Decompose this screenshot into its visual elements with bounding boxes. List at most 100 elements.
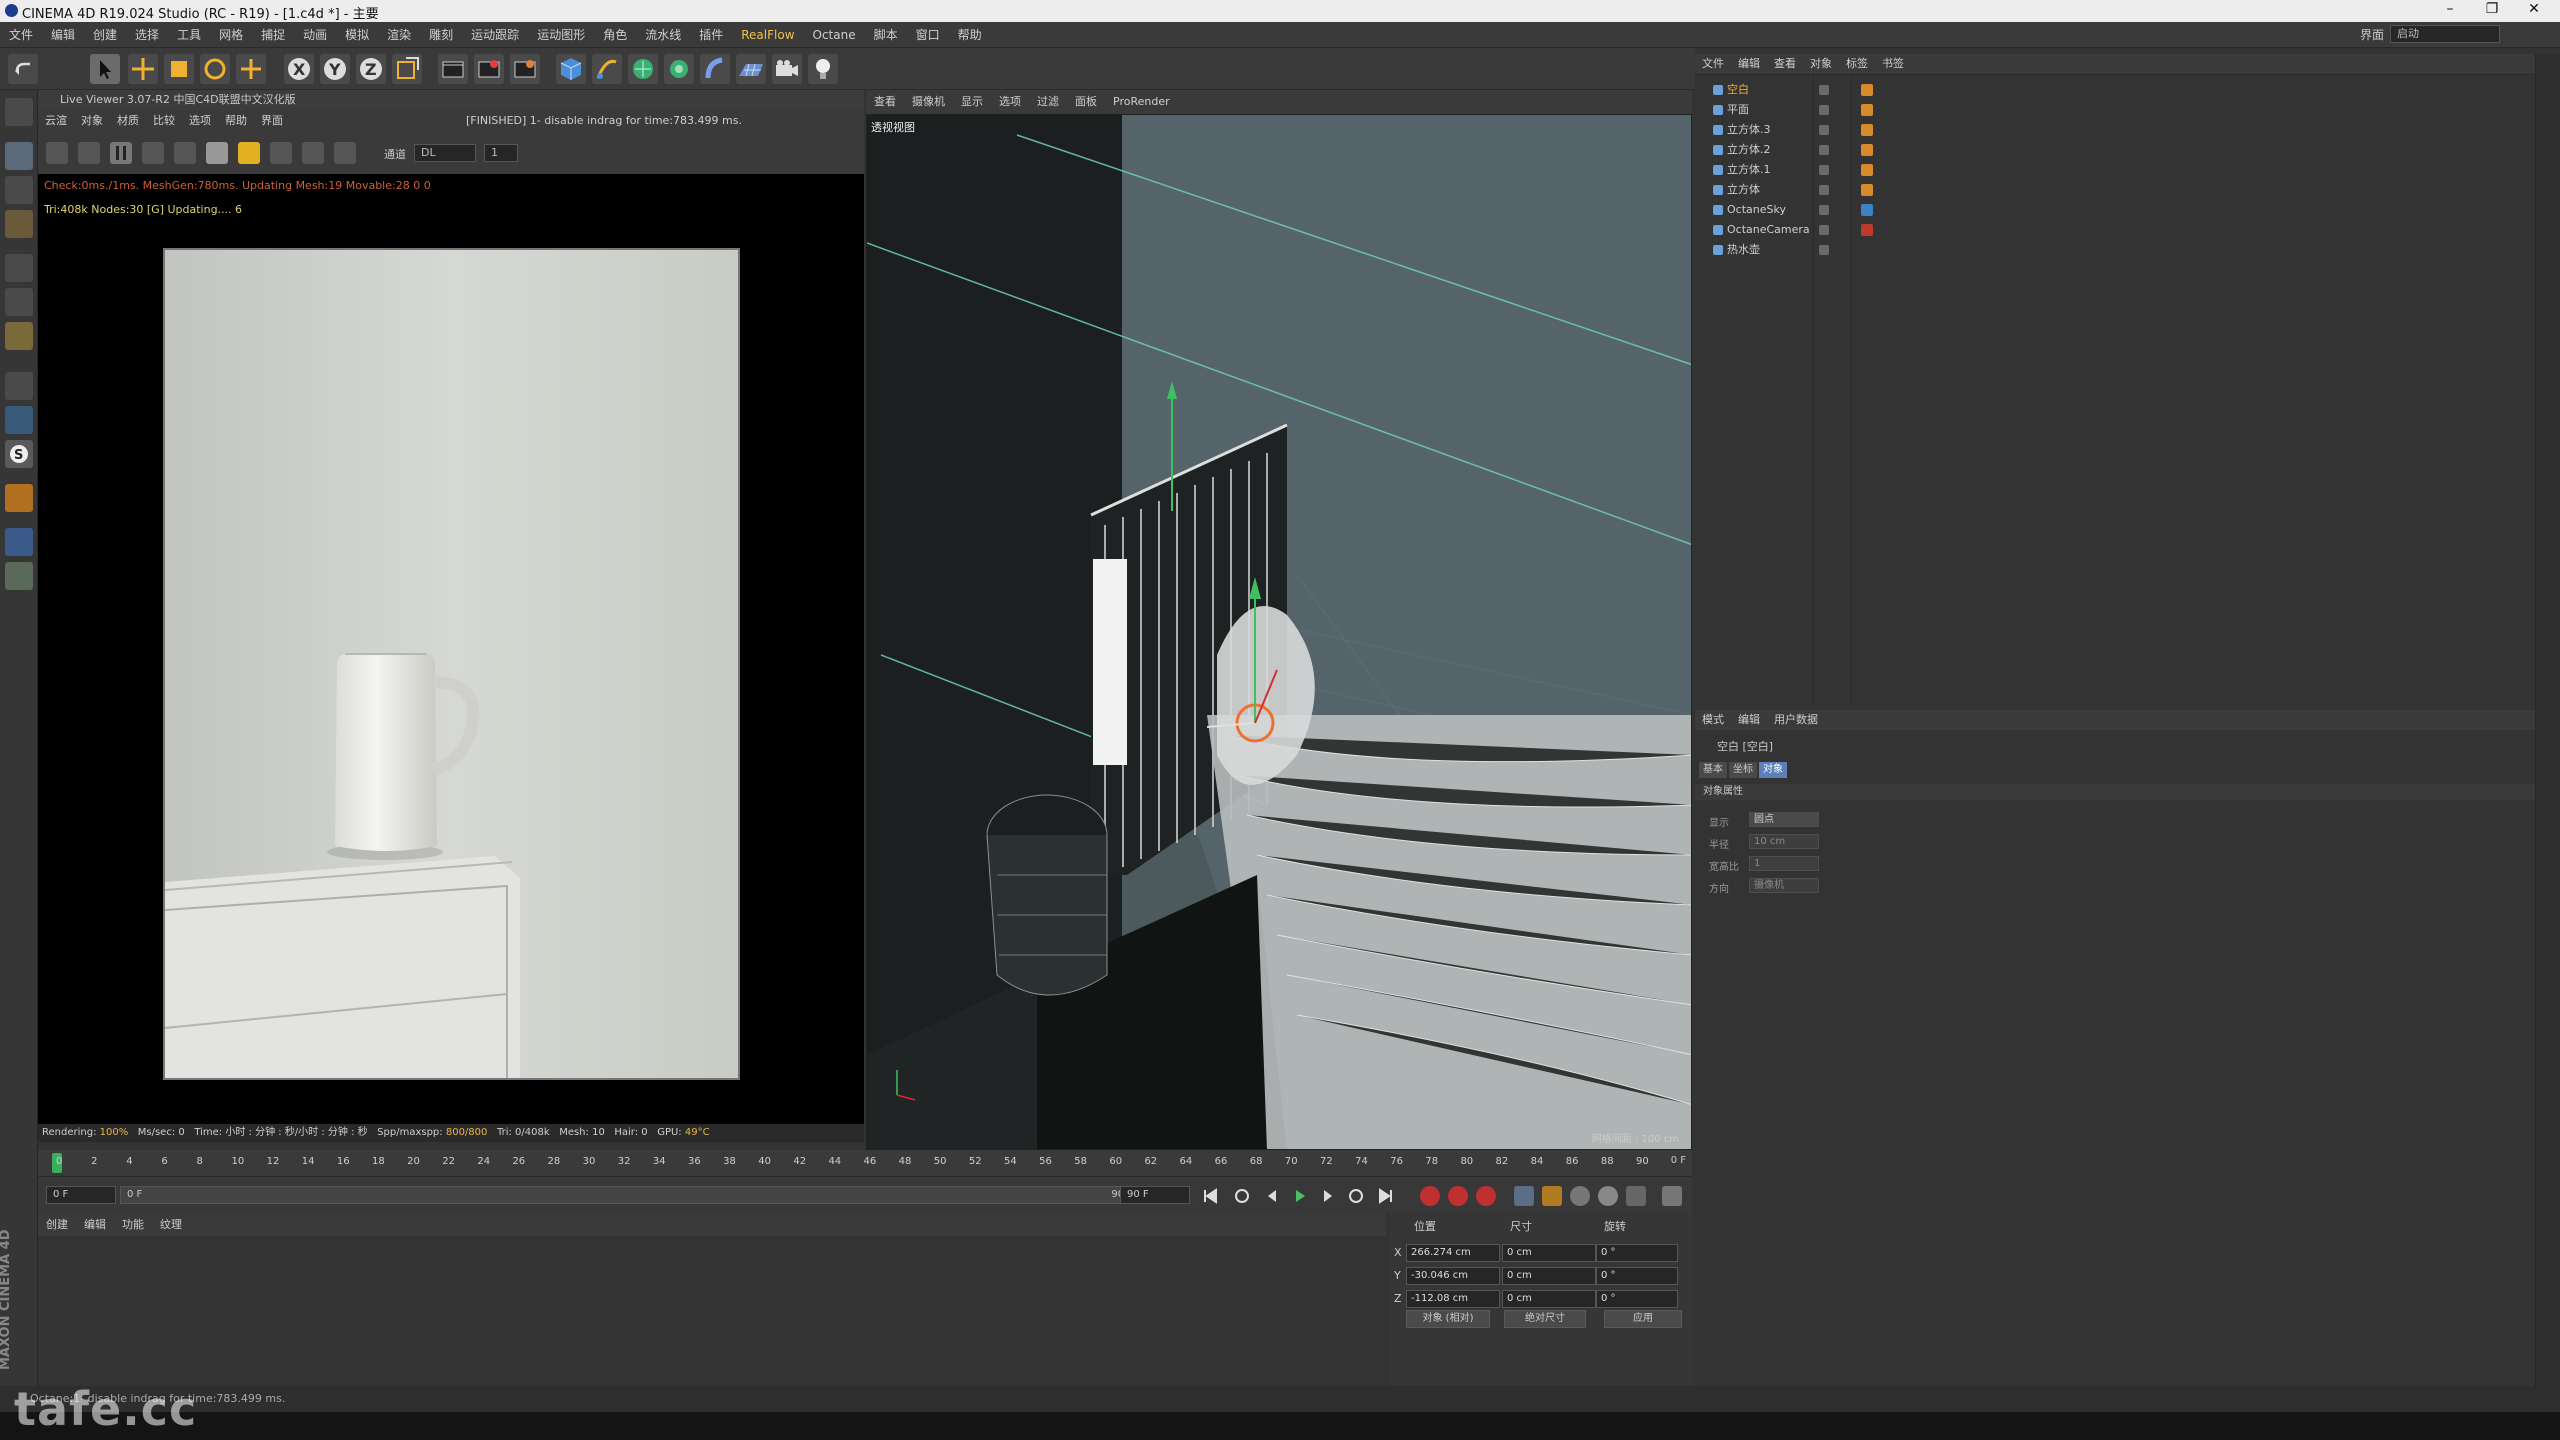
viewport-menu-item-2[interactable]: 显示 (953, 90, 991, 114)
aspect-field[interactable]: 1 (1749, 856, 1819, 871)
object-row[interactable]: 立方体.1 (1701, 161, 2011, 179)
go-to-start-icon[interactable] (1200, 1186, 1220, 1206)
previous-key-icon[interactable] (1232, 1186, 1252, 1206)
pos-x-field[interactable]: 266.274 cm (1406, 1244, 1500, 1262)
region-render-icon[interactable] (270, 142, 292, 164)
object-tag-icon[interactable] (1861, 184, 1873, 196)
object-tag-icon[interactable] (1861, 144, 1873, 156)
object-menu-item-0[interactable]: 文件 (1695, 54, 1731, 74)
cube-icon[interactable] (556, 54, 586, 84)
render-view-icon[interactable] (438, 54, 468, 84)
render-picture-viewer-icon[interactable] (474, 54, 504, 84)
axis-mode-icon[interactable] (5, 372, 33, 400)
close-button[interactable]: ✕ (2514, 1, 2554, 17)
model-mode-icon[interactable] (5, 142, 33, 170)
live-viewer-menu-item-6[interactable]: 界面 (254, 110, 290, 132)
menu-item-0[interactable]: 文件 (0, 22, 42, 48)
next-key-icon[interactable] (1346, 1186, 1366, 1206)
attribute-menu-item-2[interactable]: 用户数据 (1767, 710, 1825, 730)
camera-icon[interactable] (772, 54, 802, 84)
menu-item-16[interactable]: RealFlow (732, 22, 803, 48)
object-row[interactable]: 热水壶 (1701, 241, 2011, 259)
light-icon[interactable] (808, 54, 838, 84)
material-menu-item-0[interactable]: 创建 (38, 1214, 76, 1236)
menu-item-15[interactable]: 插件 (690, 22, 732, 48)
menu-item-14[interactable]: 流水线 (636, 22, 690, 48)
menu-item-20[interactable]: 帮助 (949, 22, 991, 48)
rot-p-field[interactable]: 0 ° (1596, 1267, 1678, 1285)
attribute-tab-2[interactable]: 对象 (1759, 762, 1787, 778)
size-mode-select[interactable]: 绝对尺寸 (1504, 1310, 1586, 1328)
rotate-icon[interactable] (200, 54, 230, 84)
polygons-mode-icon[interactable] (5, 322, 33, 350)
end-frame-field[interactable]: 90 F (1120, 1186, 1190, 1204)
workplane-mode-icon[interactable] (5, 210, 33, 238)
x-axis-lock-icon[interactable]: X (284, 54, 314, 84)
menu-item-4[interactable]: 工具 (168, 22, 210, 48)
attribute-menu-item-0[interactable]: 模式 (1695, 710, 1731, 730)
object-row[interactable]: 空白 (1701, 81, 2011, 99)
size-y-field[interactable]: 0 cm (1502, 1267, 1596, 1285)
object-tag-icon[interactable] (1861, 104, 1873, 116)
timeline-scheme-icon[interactable] (1662, 1186, 1682, 1206)
menu-item-5[interactable]: 网格 (210, 22, 252, 48)
viewport-menu-item-6[interactable]: ProRender (1105, 90, 1178, 114)
array-icon[interactable] (664, 54, 694, 84)
menu-item-1[interactable]: 编辑 (42, 22, 84, 48)
object-menu-item-1[interactable]: 编辑 (1731, 54, 1767, 74)
material-menu-item-3[interactable]: 纹理 (152, 1214, 190, 1236)
orientation-select[interactable]: 摄像机 (1749, 878, 1819, 893)
timeline-ruler[interactable]: 0 2 4 6 8 10 12 14 16 18 20 22 24 26 28 30 32 34 36 38 40 42 4… (38, 1150, 1692, 1176)
object-menu-item-4[interactable]: 标签 (1839, 54, 1875, 74)
object-tag-icon[interactable] (1861, 84, 1873, 96)
coordinate-mode-select[interactable]: 对象 (相对) (1406, 1310, 1490, 1328)
apply-button[interactable]: 应用 (1604, 1310, 1682, 1328)
perspective-viewport[interactable]: 透视视图 网格间距 : 100 cm (866, 114, 1692, 1150)
move-icon[interactable] (128, 54, 158, 84)
viewport-menu-item-5[interactable]: 面板 (1067, 90, 1105, 114)
size-z-field[interactable]: 0 cm (1502, 1290, 1596, 1308)
object-tag-icon[interactable] (1861, 224, 1873, 236)
object-menu-item-5[interactable]: 书签 (1875, 54, 1911, 74)
range-slider[interactable]: 0 F 90 F (120, 1186, 1142, 1204)
floor-icon[interactable] (736, 54, 766, 84)
display-select[interactable]: 圆点 (1749, 812, 1819, 827)
rot-h-field[interactable]: 0 ° (1596, 1244, 1678, 1262)
viewport-menu-item-0[interactable]: 查看 (866, 90, 904, 114)
rot-b-field[interactable]: 0 ° (1596, 1290, 1678, 1308)
object-tag-icon[interactable] (1861, 164, 1873, 176)
attribute-menu-item-1[interactable]: 编辑 (1731, 710, 1767, 730)
viewport-menu-item-4[interactable]: 过滤 (1029, 90, 1067, 114)
live-viewer-menu-item-3[interactable]: 比较 (146, 110, 182, 132)
bend-deformer-icon[interactable] (700, 54, 730, 84)
live-viewer-menu-item-4[interactable]: 选项 (182, 110, 218, 132)
record-key-icon[interactable] (1420, 1186, 1440, 1206)
autokey-icon[interactable] (1448, 1186, 1468, 1206)
object-row[interactable]: 立方体.2 (1701, 141, 2011, 159)
layout-select[interactable]: 启动 (2390, 25, 2500, 43)
grid-lock-icon[interactable] (5, 528, 33, 556)
channel-select[interactable]: DL (414, 144, 476, 162)
live-viewer-menu-item-0[interactable]: 云渲 (38, 110, 74, 132)
undo-icon[interactable] (8, 54, 38, 84)
size-x-field[interactable]: 0 cm (1502, 1244, 1596, 1262)
menu-item-11[interactable]: 运动跟踪 (462, 22, 528, 48)
pos-y-field[interactable]: -30.046 cm (1406, 1267, 1500, 1285)
previous-frame-icon[interactable] (1262, 1186, 1282, 1206)
menu-item-19[interactable]: 窗口 (907, 22, 949, 48)
radius-field[interactable]: 10 cm (1749, 834, 1819, 849)
object-row[interactable]: OctaneCamera (1701, 221, 2011, 239)
visibility-toggle-icon[interactable] (1819, 185, 1829, 195)
snap-icon[interactable]: S (5, 440, 33, 468)
start-frame-field[interactable]: 0 F (46, 1186, 116, 1204)
visibility-toggle-icon[interactable] (1819, 165, 1829, 175)
coordinate-system-icon[interactable] (392, 54, 422, 84)
pos-z-field[interactable]: -112.08 cm (1406, 1290, 1500, 1308)
restart-render-icon[interactable] (78, 142, 100, 164)
object-row[interactable]: OctaneSky (1701, 201, 2011, 219)
object-tag-icon[interactable] (1861, 124, 1873, 136)
texture-mode-icon[interactable] (5, 176, 33, 204)
menu-item-13[interactable]: 角色 (594, 22, 636, 48)
visibility-toggle-icon[interactable] (1819, 145, 1829, 155)
keyframe-selection-icon[interactable] (1476, 1186, 1496, 1206)
